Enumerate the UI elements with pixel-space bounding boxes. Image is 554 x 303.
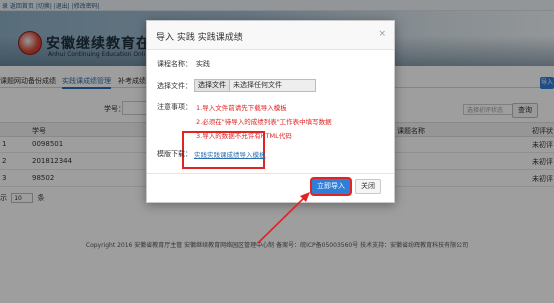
dialog-divider (147, 173, 394, 174)
template-download-link[interactable]: 实践实践课成绩导入模板 (194, 149, 266, 159)
note-item: 1.导入文件前请先下载导入模板 (196, 104, 287, 112)
close-icon[interactable]: × (378, 29, 386, 39)
import-dialog: 导入 实践 实践课成绩 × 课程名称： 实践 选择文件： 选择文件 未选择任何文… (146, 20, 395, 203)
course-name-label: 课程名称： (157, 60, 192, 68)
dialog-title: 导入 实践 实践课成绩 (156, 33, 243, 43)
notes-label: 注意事项： (157, 103, 192, 111)
close-button[interactable]: 关闭 (355, 179, 381, 194)
template-label: 模版下载： (157, 150, 192, 158)
import-now-button[interactable]: 立即导入 (312, 179, 350, 194)
dialog-header: 导入 实践 实践课成绩 × (147, 21, 394, 50)
note-item: 2.必须在"待导入的成绩列表"工作表中填写数据 (196, 118, 332, 126)
file-label: 选择文件： (157, 82, 192, 90)
file-input[interactable]: 选择文件 未选择任何文件 (194, 79, 316, 92)
file-status: 未选择任何文件 (233, 81, 282, 89)
course-name-value: 实践 (196, 60, 210, 68)
choose-file-button[interactable]: 选择文件 (195, 80, 230, 91)
